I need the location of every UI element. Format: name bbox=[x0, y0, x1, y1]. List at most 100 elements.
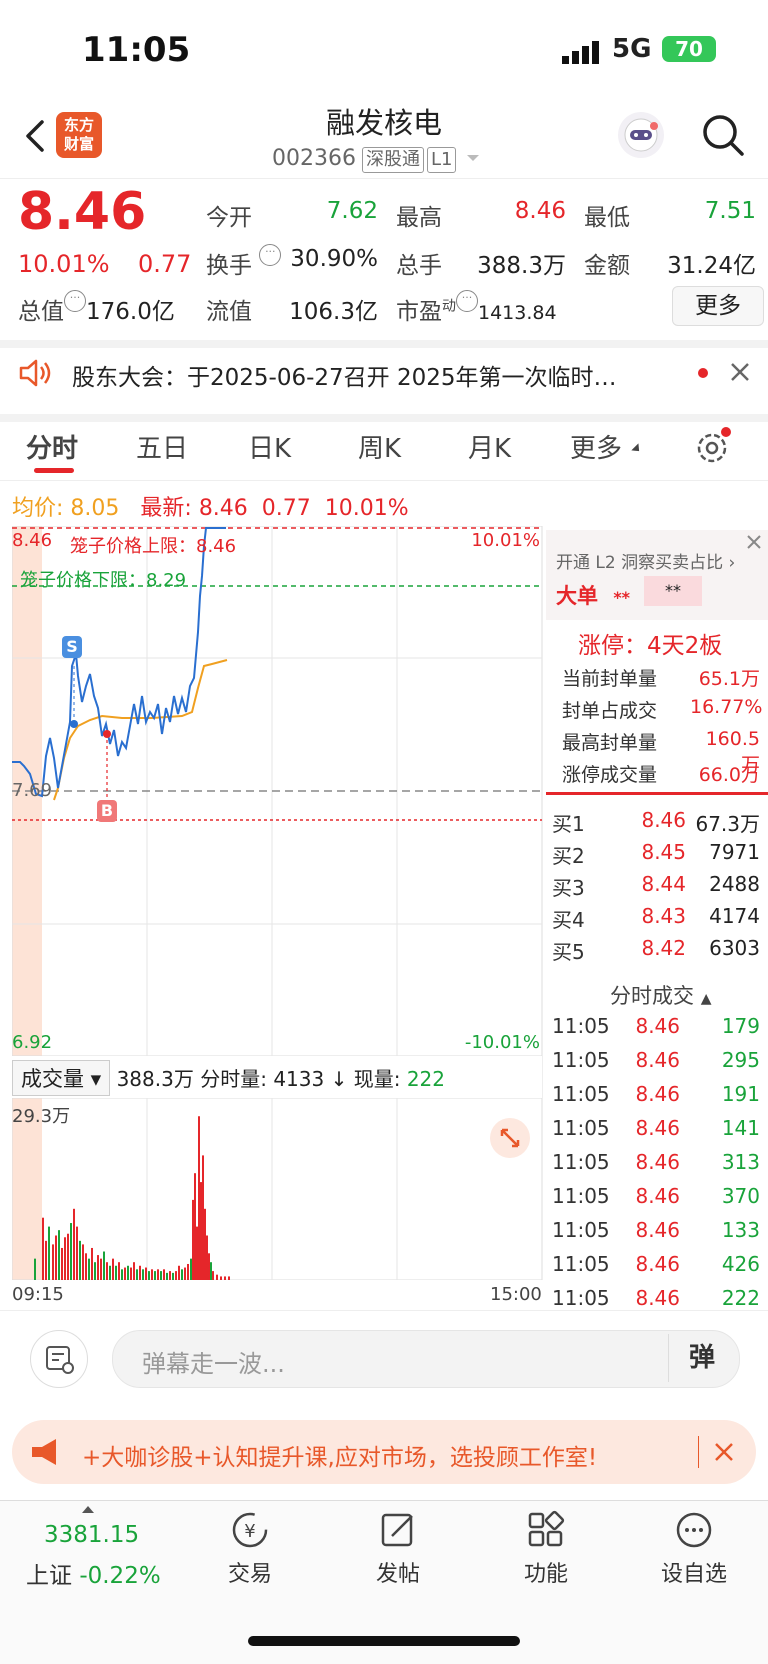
volume-bar bbox=[112, 1258, 114, 1280]
change-value: 0.77 bbox=[138, 250, 192, 278]
sell-marker[interactable]: S bbox=[62, 636, 82, 658]
search-icon[interactable] bbox=[700, 112, 746, 162]
volume-bar bbox=[42, 1217, 44, 1280]
volume-bar bbox=[178, 1265, 180, 1280]
volume-bar bbox=[151, 1269, 153, 1280]
yen-circle-icon: ¥ bbox=[230, 1510, 270, 1550]
volume-bar bbox=[208, 1253, 210, 1280]
tab-weekly[interactable]: 周K bbox=[358, 428, 401, 465]
limit-stat-value: 66.0万 bbox=[698, 764, 760, 786]
volume-chart[interactable]: 29.3万 bbox=[11, 1097, 543, 1281]
volume-bar bbox=[204, 1208, 206, 1280]
tick-price: 8.46 bbox=[635, 1116, 680, 1140]
low-label: 最低 bbox=[584, 205, 630, 231]
volume-bar bbox=[220, 1276, 222, 1280]
volume-bar bbox=[216, 1274, 218, 1280]
tab-more[interactable]: 更多 bbox=[570, 428, 622, 465]
tick-time: 11:05 bbox=[552, 1286, 610, 1310]
big-order-value: ** bbox=[644, 576, 702, 606]
high-label: 最高 bbox=[396, 205, 442, 231]
cage-lower-label: 笼子价格下限：8.29 bbox=[20, 570, 187, 591]
tab-daily[interactable]: 日K bbox=[248, 428, 291, 465]
bid-volume: 2488 bbox=[709, 872, 760, 896]
svg-text:¥: ¥ bbox=[244, 1521, 255, 1542]
chart-top-price: 8.46 bbox=[12, 530, 53, 551]
tab-intraday[interactable]: 分时 bbox=[26, 428, 78, 465]
limit-stat-value: 65.1万 bbox=[698, 668, 760, 690]
info-dots-icon: ··· bbox=[456, 290, 478, 312]
bid-volume: 67.3万 bbox=[695, 812, 760, 836]
ad-text[interactable]: +大咖诊股+认知提升课,应对市场，选投顾工作室! bbox=[82, 1438, 597, 1472]
chart-top-pct: 10.01% bbox=[471, 530, 540, 551]
nav-post[interactable]: 发帖 bbox=[338, 1510, 458, 1588]
open-value: 7.62 bbox=[326, 198, 378, 224]
chart-info-line: 均价: 8.05 最新: 8.46 0.77 10.01% bbox=[12, 496, 409, 521]
info-dots-icon: ··· bbox=[259, 244, 282, 266]
assistant-avatar-icon[interactable] bbox=[618, 112, 664, 158]
pe-label: 市盈动···1413.84 bbox=[396, 290, 557, 325]
buy-marker[interactable]: B bbox=[97, 800, 117, 822]
more-quote-button[interactable]: 更多 bbox=[672, 286, 764, 326]
volume-bar bbox=[194, 1173, 196, 1280]
volume-bar bbox=[210, 1262, 212, 1280]
nav-functions[interactable]: 功能 bbox=[486, 1510, 606, 1588]
cage-upper-label: 笼子价格上限：8.46 bbox=[70, 536, 237, 557]
tick-price: 8.46 bbox=[635, 1150, 680, 1174]
tick-price: 8.46 bbox=[635, 1082, 680, 1106]
volume-bar bbox=[48, 1226, 50, 1280]
time-end: 15:00 bbox=[490, 1284, 542, 1305]
volume-label: 总手 bbox=[396, 253, 442, 279]
volume-bar bbox=[100, 1258, 102, 1280]
tick-time: 11:05 bbox=[552, 1116, 610, 1140]
tick-volume: 295 bbox=[721, 1048, 760, 1072]
close-icon[interactable] bbox=[744, 532, 764, 556]
volume-bar bbox=[160, 1271, 162, 1280]
open-label: 今开 bbox=[206, 205, 252, 231]
index-line[interactable]: 上证 -0.22% bbox=[26, 1556, 161, 1590]
stock-code: 002366 bbox=[272, 146, 356, 171]
time-start: 09:15 bbox=[12, 1284, 64, 1305]
volume-bar bbox=[115, 1265, 117, 1280]
intraday-chart[interactable]: 8.46 笼子价格上限：8.46 笼子价格下限：8.29 10.01% 7.69… bbox=[11, 525, 543, 1057]
barrage-toggle-button[interactable]: 弹 bbox=[668, 1334, 735, 1382]
tick-price: 8.46 bbox=[635, 1048, 680, 1072]
edit-icon bbox=[378, 1510, 418, 1550]
gear-icon[interactable] bbox=[694, 426, 734, 470]
tick-time: 11:05 bbox=[552, 1048, 610, 1072]
close-icon[interactable] bbox=[712, 1440, 736, 1468]
tick-time: 11:05 bbox=[552, 1082, 610, 1106]
volume-bar bbox=[202, 1155, 204, 1280]
limit-stat-label: 封单占成交 bbox=[562, 700, 658, 722]
network-label: 5G bbox=[612, 34, 652, 64]
side-divider bbox=[546, 792, 768, 795]
change-percent: 10.01% bbox=[18, 250, 110, 278]
notice-text[interactable]: 股东大会：于2025-06-27召开 2025年第一次临时… bbox=[72, 358, 617, 392]
tick-price: 8.46 bbox=[635, 1184, 680, 1208]
tick-time: 11:05 bbox=[552, 1218, 610, 1242]
l2-promo-text[interactable]: 开通 L2 洞察买卖占比 › bbox=[556, 548, 735, 573]
big-order-label: 大单 ** bbox=[556, 584, 631, 608]
limit-stat-label: 当前封单量 bbox=[562, 668, 658, 690]
volume-header: 成交量 ▾ 388.3万 分时量: 4133 ↓ 现量: 222 bbox=[12, 1060, 445, 1096]
mktcap-label: 总值···176.0亿 bbox=[18, 290, 175, 325]
nav-watchlist[interactable]: 设自选 bbox=[634, 1510, 754, 1588]
volume-selector[interactable]: 成交量 ▾ bbox=[12, 1060, 111, 1096]
barrage-settings-icon[interactable] bbox=[30, 1330, 88, 1388]
index-caret bbox=[82, 1506, 94, 1513]
tab-5day[interactable]: 五日 bbox=[136, 428, 188, 465]
grid-icon bbox=[526, 1510, 566, 1550]
close-icon[interactable] bbox=[728, 360, 752, 388]
tab-monthly[interactable]: 月K bbox=[468, 428, 511, 465]
volume-bar bbox=[142, 1269, 144, 1280]
volume-bar bbox=[64, 1237, 66, 1280]
tick-volume: 141 bbox=[721, 1116, 760, 1140]
current-price: 8.46 bbox=[18, 182, 147, 242]
more-dots-icon bbox=[674, 1510, 714, 1550]
volume-value: 388.3万 bbox=[477, 253, 566, 279]
bid-price: 8.43 bbox=[641, 904, 686, 928]
expand-icon[interactable] bbox=[490, 1118, 530, 1158]
bid-volume: 4174 bbox=[709, 904, 760, 928]
index-value[interactable]: 3381.15 bbox=[44, 1522, 139, 1548]
volume-bar bbox=[97, 1255, 99, 1280]
nav-trade[interactable]: ¥ 交易 bbox=[190, 1510, 310, 1588]
